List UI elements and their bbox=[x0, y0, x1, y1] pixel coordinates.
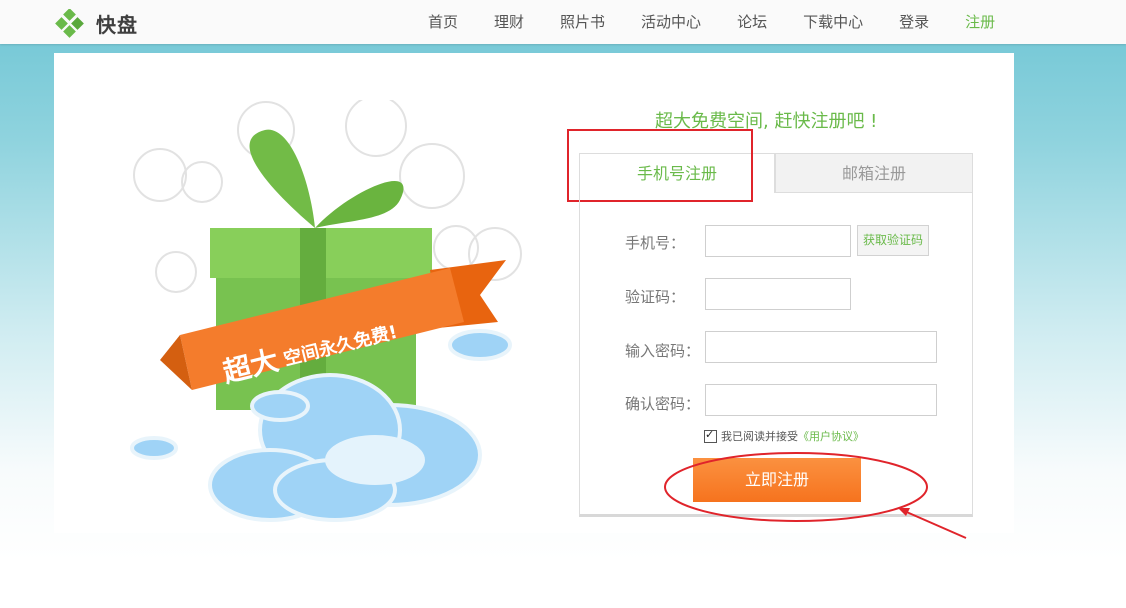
nav-forum[interactable]: 论坛 bbox=[719, 0, 785, 44]
password-label: 输入密码： bbox=[625, 342, 701, 360]
password-input[interactable] bbox=[705, 331, 937, 363]
tab-highlight-box bbox=[567, 129, 753, 202]
nav-finance[interactable]: 理财 bbox=[476, 0, 542, 44]
nav-register[interactable]: 注册 bbox=[947, 0, 1013, 44]
phone-label: 手机号： bbox=[625, 234, 686, 252]
tab-email-register[interactable]: 邮箱注册 bbox=[775, 153, 973, 193]
main-nav: 首页 理财 照片书 活动中心 论坛 下载中心 登录 注册 bbox=[410, 0, 1013, 44]
code-label: 验证码： bbox=[625, 288, 686, 306]
gift-illustration: 超大 空间永久免费! bbox=[130, 100, 522, 522]
user-agreement-link[interactable]: 《用户协议》 bbox=[798, 428, 864, 444]
phone-input[interactable] bbox=[705, 225, 851, 257]
nav-download-center[interactable]: 下载中心 bbox=[785, 0, 881, 44]
nav-home[interactable]: 首页 bbox=[410, 0, 476, 44]
agree-checkbox[interactable] bbox=[704, 428, 717, 443]
agree-text: 我已阅读并接受 bbox=[721, 430, 798, 443]
confirm-password-label: 确认密码： bbox=[625, 395, 701, 413]
top-navbar: 快盘 首页 理财 照片书 活动中心 论坛 下载中心 登录 注册 bbox=[0, 0, 1126, 44]
agreement-row: 我已阅读并接受 《用户协议》 bbox=[704, 428, 864, 444]
kuaipan-logo[interactable] bbox=[55, 9, 85, 39]
code-input[interactable] bbox=[705, 278, 851, 310]
brand-name[interactable]: 快盘 bbox=[96, 9, 138, 38]
register-submit-button[interactable]: 立即注册 bbox=[693, 458, 861, 502]
nav-photobook[interactable]: 照片书 bbox=[542, 0, 623, 44]
get-code-button[interactable]: 获取验证码 bbox=[857, 225, 929, 256]
nav-login[interactable]: 登录 bbox=[881, 0, 947, 44]
confirm-password-input[interactable] bbox=[705, 384, 937, 416]
nav-activity-center[interactable]: 活动中心 bbox=[623, 0, 719, 44]
